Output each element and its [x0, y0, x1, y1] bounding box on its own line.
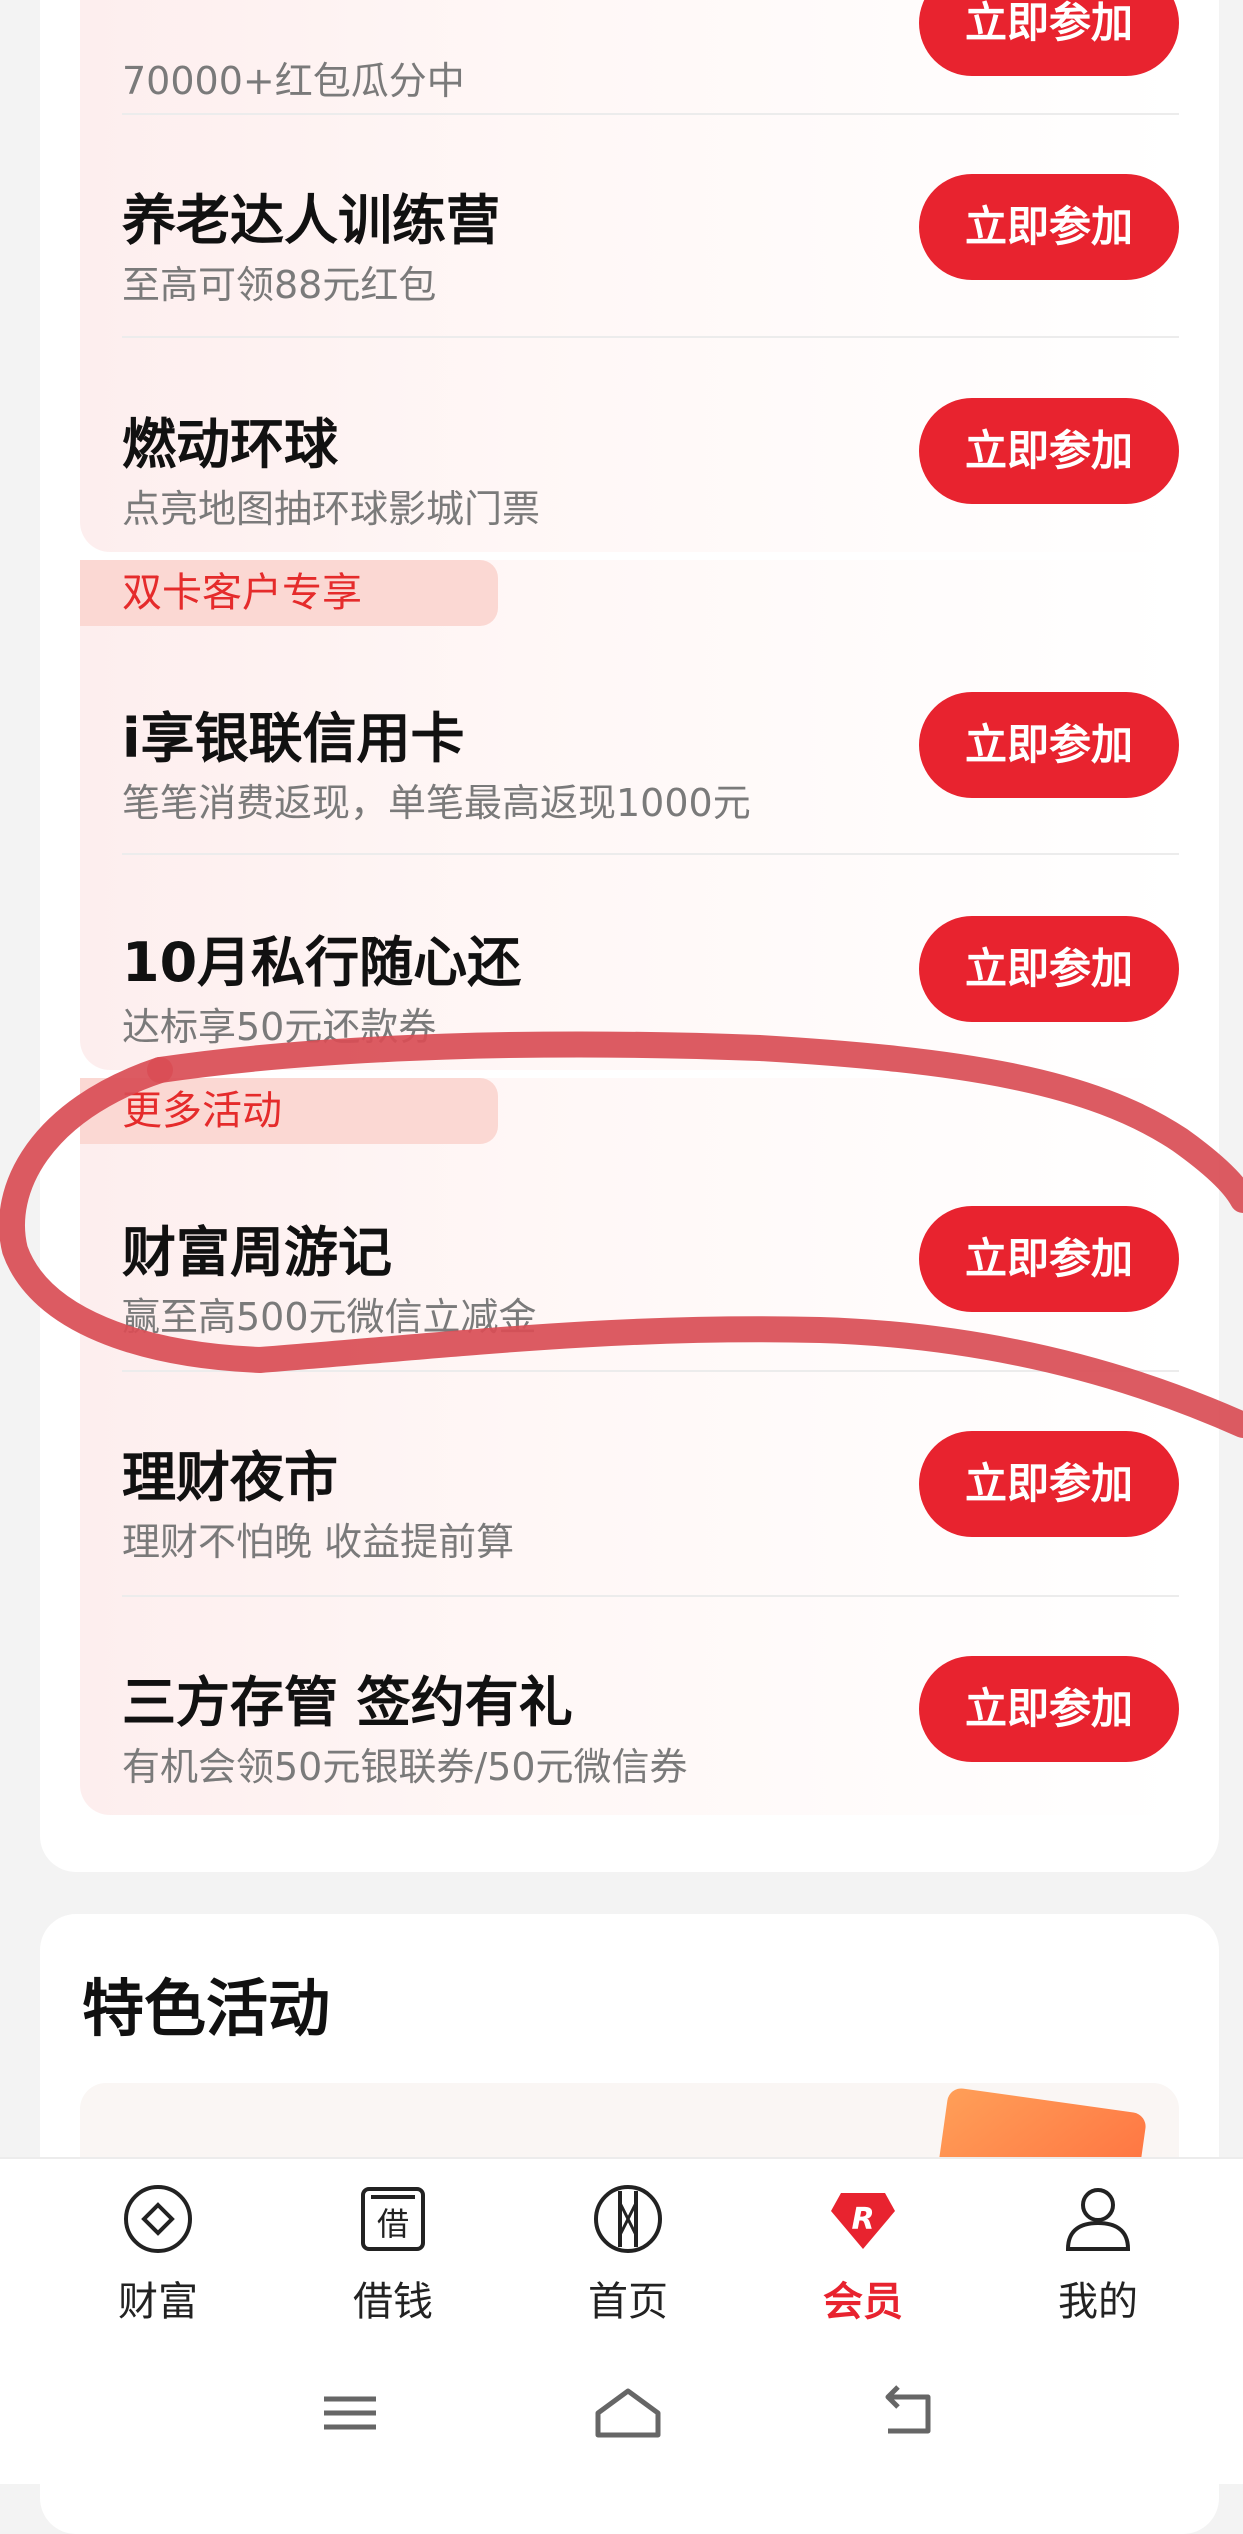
tab-label: 财富 [118, 2279, 198, 2325]
activity-subtitle: 点亮地图抽环球影城门票 [122, 487, 541, 531]
activity-row[interactable]: 10月私行随心还 达标享50元还款券 立即参加 [80, 860, 1179, 1085]
svg-text:借: 借 [377, 2205, 409, 2243]
join-button[interactable]: 立即参加 [919, 398, 1179, 504]
activity-subtitle: 70000+红包瓜分中 [122, 59, 465, 103]
join-button[interactable]: 立即参加 [919, 1656, 1179, 1762]
borrow-icon: 借 [361, 2187, 425, 2251]
activity-row[interactable]: 养老达人训练营 至高可领88元红包 立即参加 [80, 118, 1179, 343]
activity-title: 三方存管 签约有礼 [122, 1671, 573, 1734]
activity-subtitle: 至高可领88元红包 [122, 263, 437, 307]
activity-title: i享银联信用卡 [122, 707, 465, 770]
tab-label: 借钱 [353, 2279, 433, 2325]
join-button[interactable]: 立即参加 [919, 1431, 1179, 1537]
member-icon: R [831, 2193, 895, 2249]
activity-subtitle: 笔笔消费返现，单笔最高返现1000元 [122, 781, 751, 825]
home-logo-icon [594, 2185, 662, 2253]
menu-icon[interactable] [310, 2383, 390, 2443]
bottom-tab-bar: 财富 借 借钱 首页 R 会员 我的 [0, 2157, 1243, 2349]
divider [122, 1370, 1179, 1372]
activity-row[interactable]: i享银联信用卡 笔笔消费返现，单笔最高返现1000元 立即参加 [80, 636, 1179, 861]
tab-member[interactable]: R 会员 [745, 2159, 981, 2349]
system-nav-bar [0, 2347, 1243, 2484]
join-button[interactable]: 立即参加 [919, 916, 1179, 1022]
join-button[interactable]: 立即参加 [919, 0, 1179, 76]
back-icon[interactable] [868, 2383, 948, 2443]
activity-subtitle: 有机会领50元银联券/50元微信券 [122, 1745, 688, 1789]
activity-title: 财富周游记 [122, 1221, 392, 1284]
activity-subtitle: 达标享50元还款券 [122, 1005, 437, 1049]
activity-row[interactable]: 财富周游记 赢至高500元微信立减金 立即参加 [80, 1150, 1179, 1375]
activity-title: 燃动环球 [122, 413, 338, 476]
home-icon[interactable] [588, 2383, 668, 2443]
join-button[interactable]: 立即参加 [919, 692, 1179, 798]
tab-profile[interactable]: 我的 [980, 2159, 1216, 2349]
tab-borrow[interactable]: 借 借钱 [275, 2159, 511, 2349]
divider [122, 113, 1179, 115]
activity-title: 10月私行随心还 [122, 931, 522, 994]
join-button[interactable]: 立即参加 [919, 1206, 1179, 1312]
tab-home[interactable]: 首页 [510, 2159, 746, 2349]
tab-label: 我的 [1058, 2279, 1138, 2325]
profile-icon [1065, 2188, 1131, 2251]
section-title: 特色活动 [82, 1972, 331, 2045]
activity-subtitle: 赢至高500元微信立减金 [122, 1295, 537, 1339]
activity-title: 理财夜市 [122, 1446, 338, 1509]
tab-label: 首页 [588, 2279, 668, 2325]
wealth-icon [124, 2185, 192, 2253]
tab-wealth[interactable]: 财富 [40, 2159, 276, 2349]
svg-text:R: R [851, 2202, 874, 2237]
divider [122, 853, 1179, 855]
activity-row[interactable]: 三方存管 签约有礼 有机会领50元银联券/50元微信券 立即参加 [80, 1600, 1179, 1825]
divider [122, 336, 1179, 338]
join-button[interactable]: 立即参加 [919, 174, 1179, 280]
activity-title: 养老达人训练营 [122, 189, 500, 252]
group-label: 更多活动 [80, 1078, 498, 1144]
divider [122, 1595, 1179, 1597]
tab-label: 会员 [823, 2279, 903, 2325]
group-label: 双卡客户专享 [80, 560, 498, 626]
activity-row[interactable]: 理财夜市 理财不怕晚 收益提前算 立即参加 [80, 1375, 1179, 1600]
activity-row[interactable]: 燃动环球 点亮地图抽环球影城门票 立即参加 [80, 342, 1179, 567]
activity-subtitle: 理财不怕晚 收益提前算 [122, 1520, 515, 1564]
